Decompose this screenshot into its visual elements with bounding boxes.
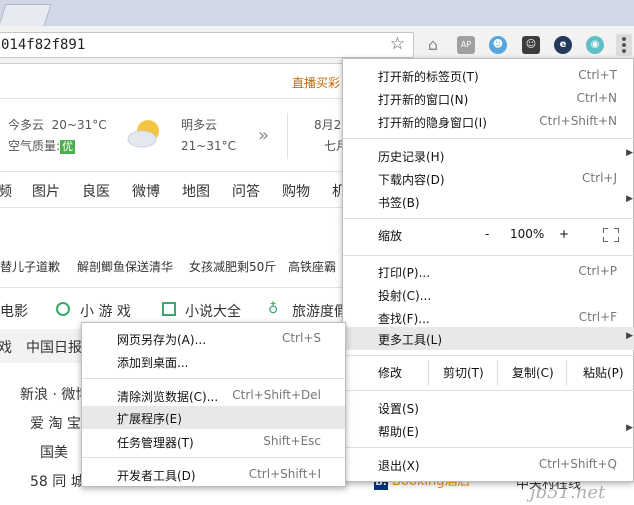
category-link[interactable]: 电影 [0,301,28,321]
weather-tomorrow-cond: 明多云 [181,118,218,132]
weather-tomorrow[interactable]: 明多云 21~31°C [181,115,236,157]
zoom-out-button[interactable]: - [485,227,499,253]
home-icon[interactable]: ⌂ [424,36,442,54]
menu-item-downloads[interactable]: 下载内容(D) Ctrl+J [343,167,634,190]
e-extension-icon[interactable]: e [554,36,572,54]
menu-item-new-tab[interactable]: 打开新的标签页(T) Ctrl+T [343,64,634,87]
weather-tomorrow-temp: 21~31°C [181,139,236,153]
date-line: 8月2 [314,118,342,132]
partly-cloudy-icon [127,120,159,148]
chrome-menu-button[interactable] [616,34,632,56]
row-link[interactable]: 中国日报 [26,337,82,357]
site-link[interactable]: 爱 淘 宝 [30,413,81,433]
game-icon [56,302,70,316]
nav-link[interactable]: 微博 [132,181,160,201]
nav-link[interactable]: 购物 [282,181,310,201]
menu-item-bookmarks[interactable]: 书签(B) ▶ [343,190,634,213]
news-link[interactable]: 解剖鲫鱼保送清华 [77,258,173,275]
zoom-label: 缩放 [378,229,403,243]
menu-item-incognito[interactable]: 打开新的隐身窗口(I) Ctrl+Shift+N [343,110,634,133]
news-link[interactable]: 高铁座霸 [288,258,336,275]
nav-link[interactable]: 图片 [32,181,60,201]
more-tools-submenu: 网页另存为(A)... Ctrl+S 添加到桌面... 清除浏览数据(C)... C… [81,322,346,487]
nav-link[interactable]: 频 [0,181,12,201]
submenu-item-add-to-desktop[interactable]: 添加到桌面... [82,350,345,373]
bookmark-star-icon[interactable]: ☆ [390,34,405,54]
watermark: jb51.net [530,482,606,503]
address-text[interactable]: 014f82f891 [1,37,85,53]
zoom-in-button[interactable]: + [559,227,573,253]
submenu-item-dev-tools[interactable]: 开发者工具(D) Ctrl+Shift+I [82,463,345,486]
submenu-item-task-manager[interactable]: 任务管理器(T) Shift+Esc [82,430,345,453]
site-link[interactable]: 58 同 城 [30,471,85,491]
hot-link[interactable]: 直播买彩 [292,74,340,91]
location-icon: ♁ [268,301,279,317]
tab-strip [0,0,634,26]
ap-extension-icon[interactable]: AP [457,36,475,54]
category-link[interactable]: 小 游 戏 [80,301,131,321]
globe-extension-icon[interactable]: ◉ [586,36,604,54]
nav-link[interactable]: 问答 [232,181,260,201]
menu-item-more-tools[interactable]: 更多工具(L) ▶ [343,327,634,350]
copy-button[interactable]: 复制(C) [497,360,566,386]
menu-item-find[interactable]: 查找(F)... Ctrl+F [343,306,634,329]
nav-link[interactable]: 地图 [182,181,210,201]
edit-label: 修改 [378,366,403,380]
category-link[interactable]: 小说大全 [185,301,241,321]
cat-extension-icon[interactable]: ☺ [522,36,540,54]
paste-button[interactable]: 粘贴(P) [566,360,634,386]
menu-item-help[interactable]: 帮助(E) ▶ [343,419,634,442]
menu-item-print[interactable]: 打印(P)... Ctrl+P [343,260,634,283]
browser-tab[interactable] [0,4,52,26]
category-link[interactable]: 旅游度假 [292,301,348,321]
weather-today-cond-temp: 今多云 20~31°C [8,118,107,132]
chevron-right-icon[interactable]: » [258,125,269,146]
submenu-arrow-icon: ▶ [626,331,633,341]
news-link[interactable]: 女孩减肥剩50斤 [189,258,276,275]
nav-link[interactable]: 良医 [82,181,110,201]
menu-item-new-window[interactable]: 打开新的窗口(N) Ctrl+N [343,87,634,110]
octocat-extension-icon[interactable]: ☻ [489,36,507,54]
menu-item-settings[interactable]: 设置(S) [343,396,634,419]
submenu-item-extensions[interactable]: 扩展程序(E) [82,406,345,429]
cut-button[interactable]: 剪切(T) [428,360,497,386]
news-link[interactable]: 替儿子道歉 [0,258,60,275]
submenu-item-save-page[interactable]: 网页另存为(A)... Ctrl+S [82,327,345,350]
submenu-arrow-icon: ▶ [626,148,633,158]
menu-item-cast[interactable]: 投射(C)... [343,283,634,306]
submenu-item-clear-data[interactable]: 清除浏览数据(C)... Ctrl+Shift+Del [82,384,345,407]
menu-item-exit[interactable]: 退出(X) Ctrl+Shift+Q [343,453,634,476]
site-link[interactable]: 国美 [40,442,68,462]
menu-item-history[interactable]: 历史记录(H) ▶ [343,144,634,167]
chrome-main-menu: 打开新的标签页(T) Ctrl+T 打开新的窗口(N) Ctrl+N 打开新的隐身窗… [342,58,634,482]
row-link[interactable]: 戏 [0,337,12,357]
weather-today[interactable]: 今多云 20~31°C 空气质量: 优 [8,115,107,157]
zoom-value: 100% [510,227,545,241]
address-bar[interactable]: 014f82f891 ☆ [0,32,414,58]
site-link[interactable]: 新浪 · 微博 [20,384,89,404]
submenu-arrow-icon: ▶ [626,423,633,433]
air-quality-badge: 优 [60,140,76,154]
book-icon [162,302,176,316]
submenu-arrow-icon: ▶ [626,194,633,204]
fullscreen-icon[interactable] [603,228,619,242]
air-quality: 空气质量: 优 [8,139,76,154]
